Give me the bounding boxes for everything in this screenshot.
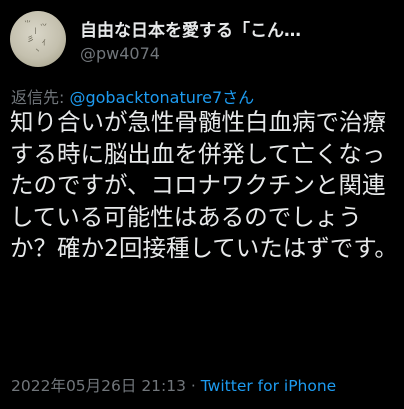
tweet-meta: 2022年05月26日 21:13 · Twitter for iPhone [11,374,336,396]
user-handle[interactable]: @pw4074 [80,44,160,63]
avatar-seal-mark: 丨 [32,27,39,35]
replying-to-prefix: 返信先: [11,88,70,107]
reply-mention-suffix[interactable]: さん [222,88,254,107]
avatar-seal-mark: 彡 [27,35,34,43]
avatar[interactable]: ⺌ 丨 ⺍ 彡 亻 丶 [10,11,66,67]
tweet-text: 知り合いが急性骨髄性白血病で治療する時に脳出血を併発して亡くなったのですが、コロ… [10,108,398,262]
avatar-seal-mark: ⺌ [24,20,31,28]
avatar-seal-mark: ⺍ [40,23,47,31]
source-link[interactable]: Twitter for iPhone [201,377,336,395]
tweet: ⺌ 丨 ⺍ 彡 亻 丶 自由な日本を愛する「こん… @pw4074 返信先: @… [0,0,404,409]
avatar-seal-mark: 亻 [42,39,49,47]
meta-separator: · [186,377,201,395]
avatar-seal-mark: 丶 [34,47,41,55]
timestamp[interactable]: 2022年05月26日 21:13 [11,377,186,395]
display-name[interactable]: 自由な日本を愛する「こん… [80,16,380,41]
replying-to: 返信先: @gobacktonature7さん [11,84,254,108]
reply-mention-link[interactable]: @gobacktonature7 [69,88,222,107]
